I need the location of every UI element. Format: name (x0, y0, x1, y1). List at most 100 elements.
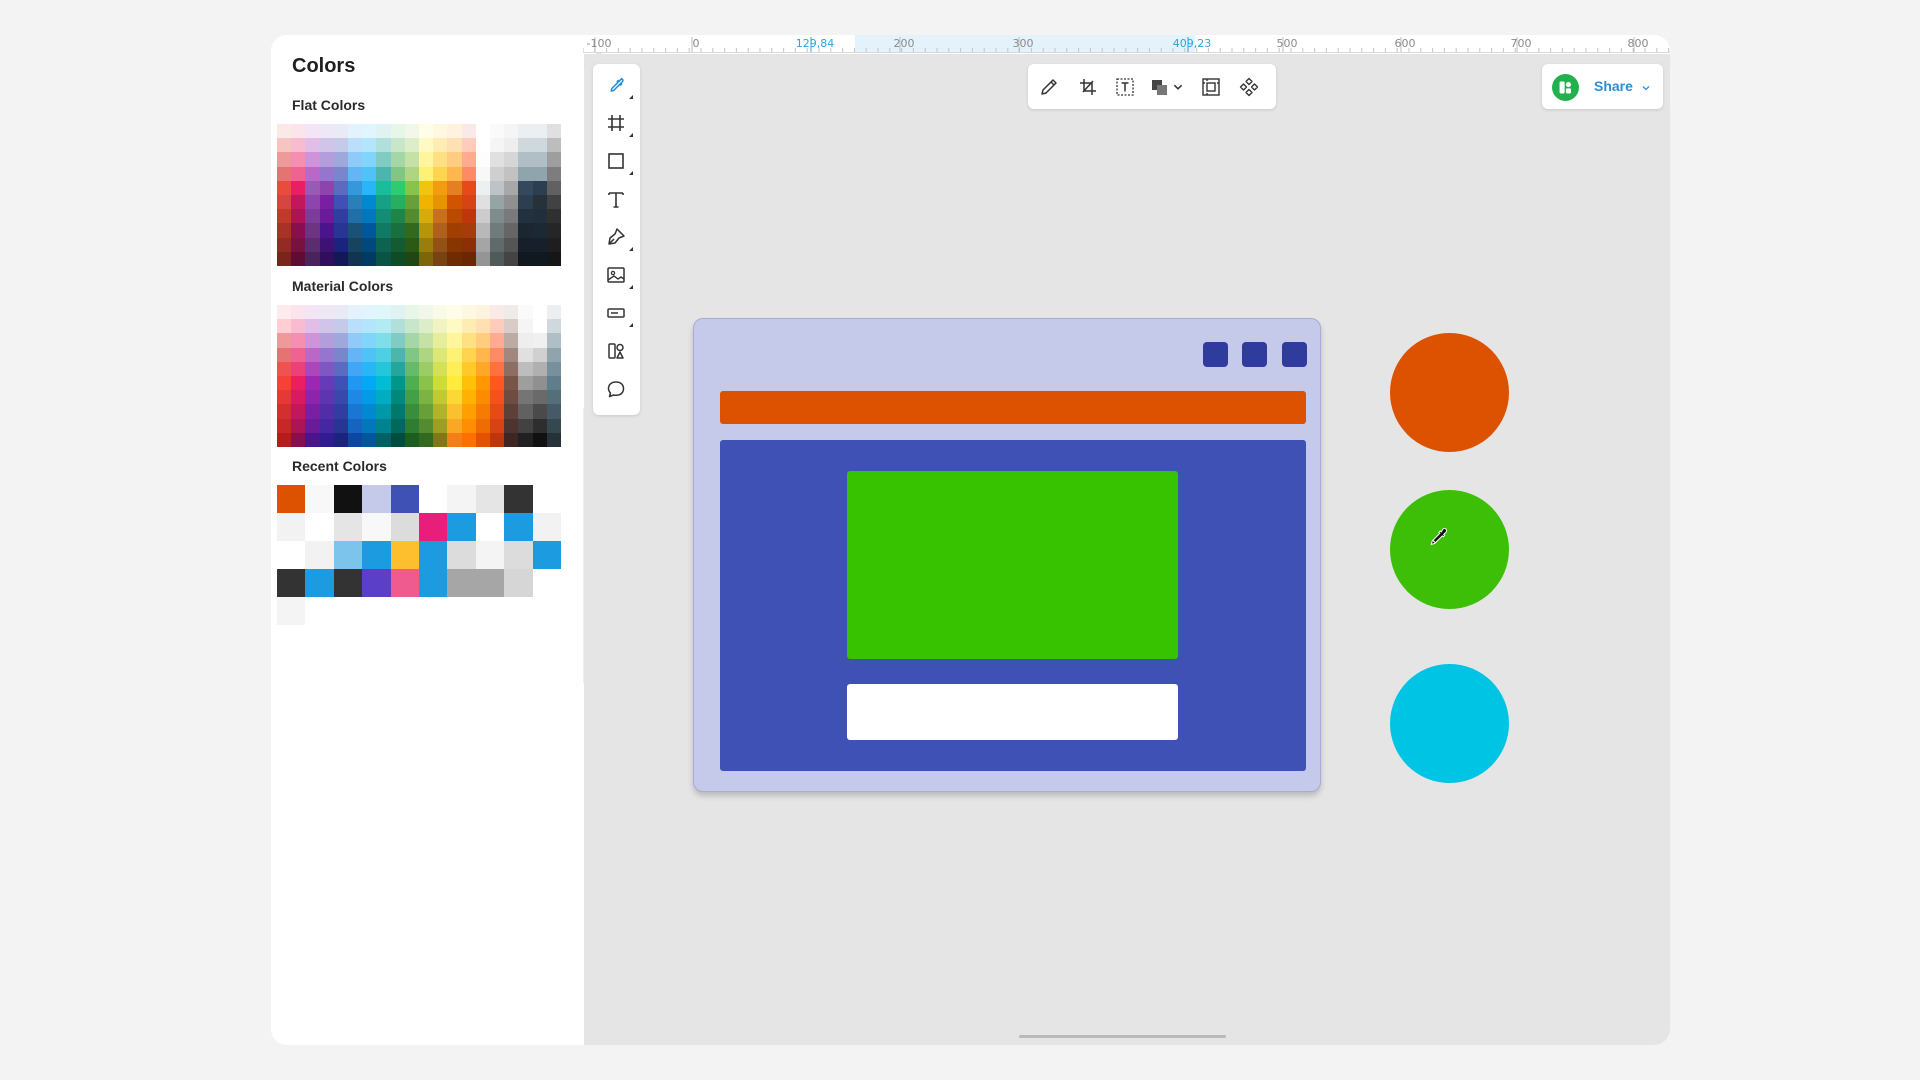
material-color-swatch[interactable] (504, 361, 519, 376)
recent-color-swatch[interactable] (390, 485, 419, 513)
flat-color-swatch[interactable] (305, 124, 320, 139)
flat-color-swatch[interactable] (532, 223, 547, 238)
recent-color-swatch[interactable] (475, 485, 505, 513)
material-color-swatch[interactable] (305, 418, 320, 433)
material-color-swatch[interactable] (475, 418, 490, 433)
flat-color-swatch[interactable] (546, 124, 561, 139)
flat-color-swatch[interactable] (347, 166, 363, 181)
material-color-swatch[interactable] (376, 347, 391, 362)
flat-color-swatch[interactable] (433, 166, 448, 181)
material-color-swatch[interactable] (319, 319, 334, 334)
material-color-swatch[interactable] (305, 347, 320, 362)
avatar[interactable] (1552, 74, 1579, 101)
material-color-swatch[interactable] (447, 375, 462, 391)
material-color-swatch[interactable] (333, 305, 348, 320)
material-color-swatch[interactable] (418, 319, 434, 334)
flat-color-swatch[interactable] (333, 166, 348, 181)
flat-color-swatch[interactable] (518, 251, 533, 266)
recent-color-swatch[interactable] (277, 485, 306, 513)
flat-color-swatch[interactable] (390, 209, 405, 224)
flat-color-swatch[interactable] (291, 237, 306, 252)
flat-color-swatch[interactable] (362, 209, 377, 224)
flat-color-swatch[interactable] (461, 166, 476, 181)
material-color-swatch[interactable] (546, 418, 561, 433)
material-color-swatch[interactable] (347, 305, 363, 320)
material-color-swatch[interactable] (376, 390, 391, 405)
material-color-swatch[interactable] (390, 361, 405, 376)
flat-color-swatch[interactable] (447, 223, 462, 238)
material-color-swatch[interactable] (433, 375, 448, 391)
material-color-swatch[interactable] (319, 375, 334, 391)
flat-color-swatch[interactable] (277, 223, 292, 238)
material-color-swatch[interactable] (319, 418, 334, 433)
material-color-swatch[interactable] (447, 361, 462, 376)
flat-color-swatch[interactable] (362, 194, 377, 210)
flat-color-swatch[interactable] (305, 251, 320, 266)
material-color-swatch[interactable] (291, 319, 306, 334)
material-color-swatch[interactable] (305, 361, 320, 376)
material-color-swatch[interactable] (461, 319, 476, 334)
material-color-swatch[interactable] (433, 361, 448, 376)
material-color-swatch[interactable] (504, 333, 519, 348)
recent-color-swatch[interactable] (475, 597, 505, 625)
material-color-swatch[interactable] (489, 305, 505, 320)
material-color-swatch[interactable] (504, 404, 519, 419)
material-color-swatch[interactable] (433, 432, 448, 447)
recent-color-swatch[interactable] (504, 485, 533, 513)
material-color-swatch[interactable] (475, 375, 490, 391)
flat-color-swatch[interactable] (475, 194, 490, 210)
flat-color-swatch[interactable] (277, 194, 292, 210)
flat-color-swatch[interactable] (489, 223, 505, 238)
flat-color-swatch[interactable] (319, 223, 334, 238)
material-color-swatch[interactable] (418, 404, 434, 419)
flat-color-swatch[interactable] (546, 180, 561, 195)
material-color-swatch[interactable] (347, 404, 363, 419)
flat-color-swatch[interactable] (489, 124, 505, 139)
material-color-swatch[interactable] (518, 418, 533, 433)
recent-color-swatch[interactable] (447, 485, 476, 513)
flat-color-swatch[interactable] (277, 152, 292, 167)
flat-color-swatch[interactable] (418, 209, 434, 224)
material-color-swatch[interactable] (390, 347, 405, 362)
flat-color-swatch[interactable] (390, 194, 405, 210)
material-color-swatch[interactable] (433, 418, 448, 433)
flat-color-swatch[interactable] (333, 180, 348, 195)
recent-color-swatch[interactable] (504, 513, 533, 541)
material-color-swatch[interactable] (362, 347, 377, 362)
flat-color-swatch[interactable] (319, 194, 334, 210)
flat-color-swatch[interactable] (333, 194, 348, 210)
flat-color-swatch[interactable] (532, 152, 547, 167)
horizontal-scrollbar[interactable] (1019, 1035, 1226, 1038)
material-color-swatch[interactable] (333, 333, 348, 348)
material-color-swatch[interactable] (532, 375, 547, 391)
flat-color-swatch[interactable] (532, 138, 547, 153)
material-color-swatch[interactable] (291, 390, 306, 405)
flat-color-swatch[interactable] (418, 124, 434, 139)
flat-color-swatch[interactable] (390, 124, 405, 139)
material-color-swatch[interactable] (546, 305, 561, 320)
material-color-swatch[interactable] (376, 361, 391, 376)
material-color-swatch[interactable] (305, 432, 320, 447)
flat-color-swatch[interactable] (277, 138, 292, 153)
flat-color-swatch[interactable] (319, 251, 334, 266)
flat-color-swatch[interactable] (404, 152, 419, 167)
flat-color-swatch[interactable] (518, 237, 533, 252)
material-color-swatch[interactable] (333, 418, 348, 433)
material-color-swatch[interactable] (461, 347, 476, 362)
material-color-swatch[interactable] (489, 432, 505, 447)
material-color-swatch[interactable] (291, 333, 306, 348)
flat-color-swatch[interactable] (532, 166, 547, 181)
crop-button[interactable] (1077, 76, 1099, 98)
flat-color-swatch[interactable] (291, 251, 306, 266)
material-color-swatch[interactable] (418, 390, 434, 405)
flat-color-swatch[interactable] (518, 166, 533, 181)
flat-color-swatch[interactable] (390, 166, 405, 181)
flat-color-swatch[interactable] (504, 124, 519, 139)
material-color-swatch[interactable] (418, 305, 434, 320)
flat-color-swatch[interactable] (404, 209, 419, 224)
flat-color-swatch[interactable] (376, 251, 391, 266)
flat-color-swatch[interactable] (475, 223, 490, 238)
material-color-swatch[interactable] (475, 404, 490, 419)
header-bar-shape[interactable] (720, 391, 1306, 424)
material-color-swatch[interactable] (347, 347, 363, 362)
